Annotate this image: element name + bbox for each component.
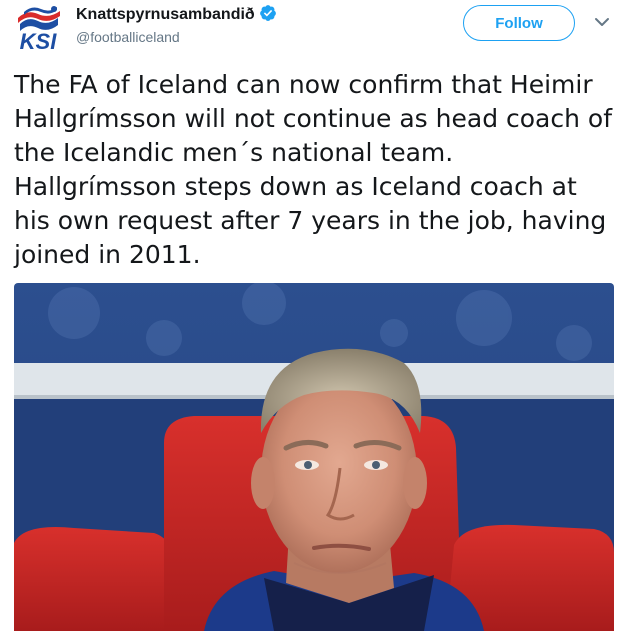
verified-badge-icon <box>259 5 276 21</box>
logo-text: KSI <box>20 29 58 52</box>
ksi-logo[interactable]: KSI <box>14 4 64 52</box>
display-name[interactable]: Knattspyrnusambandið <box>76 6 255 23</box>
tweet-photo[interactable] <box>14 283 614 631</box>
tweet-header: KSI Knattspyrnusambandið @footballicelan… <box>0 0 624 60</box>
chevron-down-icon[interactable] <box>594 16 610 28</box>
tweet-text: The FA of Iceland can now confirm that H… <box>14 70 613 269</box>
account-handle[interactable]: @footballiceland <box>76 29 180 45</box>
watermark-text: TWITTER <box>4 588 14 628</box>
account-name-row[interactable]: Knattspyrnusambandið <box>76 4 277 24</box>
follow-button[interactable]: Follow <box>463 5 575 41</box>
